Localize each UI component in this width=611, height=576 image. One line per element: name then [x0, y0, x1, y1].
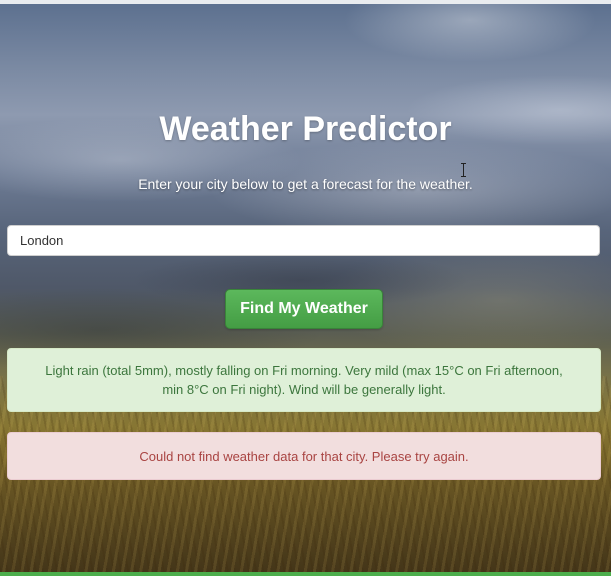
find-my-weather-button[interactable]: Find My Weather	[225, 289, 383, 329]
page-subtitle: Enter your city below to get a forecast …	[138, 176, 473, 192]
page-title: Weather Predictor	[159, 110, 452, 148]
forecast-success-alert: Light rain (total 5mm), mostly falling o…	[7, 348, 601, 412]
error-alert: Could not find weather data for that cit…	[7, 432, 601, 480]
city-input[interactable]	[7, 225, 600, 256]
page-background: Weather Predictor Enter your city below …	[0, 0, 611, 576]
text-cursor-icon	[460, 163, 468, 177]
bottom-edge	[0, 572, 611, 576]
top-edge	[0, 0, 611, 4]
